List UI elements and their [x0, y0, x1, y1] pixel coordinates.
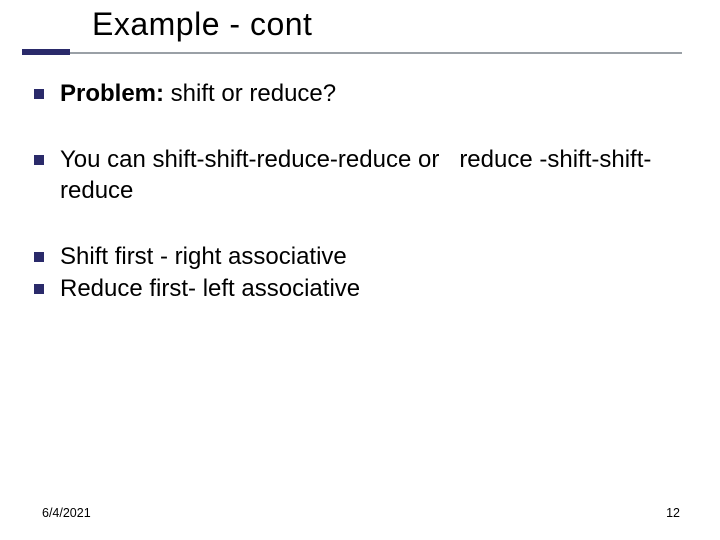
footer-page-number: 12 — [666, 506, 680, 520]
square-bullet-icon — [34, 89, 44, 99]
bullet-item: Shift first - right associative — [34, 241, 690, 273]
bullet-rest: shift or reduce? — [164, 80, 336, 107]
bullet-text: Problem: shift or reduce? — [60, 78, 690, 110]
square-bullet-icon — [34, 252, 44, 262]
bullet-text: Reduce first- left associative — [60, 273, 690, 305]
square-bullet-icon — [34, 155, 44, 165]
bullet-text: Shift first - right associative — [60, 241, 690, 273]
title-underline — [0, 49, 720, 55]
footer-date: 6/4/2021 — [42, 506, 91, 520]
bullet-item: Reduce first- left associative — [34, 273, 690, 305]
bullet-item: Problem: shift or reduce? — [34, 78, 690, 110]
title-area: Example - cont — [0, 6, 720, 55]
bullet-strong: Problem: — [60, 80, 164, 107]
underline-gray — [22, 52, 682, 54]
slide-title: Example - cont — [92, 6, 720, 43]
bullet-item: You can shift-shift-reduce-reduce or red… — [34, 144, 690, 207]
body-content: Problem: shift or reduce? You can shift-… — [34, 78, 690, 338]
bullet-text: You can shift-shift-reduce-reduce or red… — [60, 144, 690, 207]
square-bullet-icon — [34, 284, 44, 294]
underline-navy — [22, 49, 70, 55]
slide: Example - cont Problem: shift or reduce?… — [0, 0, 720, 540]
